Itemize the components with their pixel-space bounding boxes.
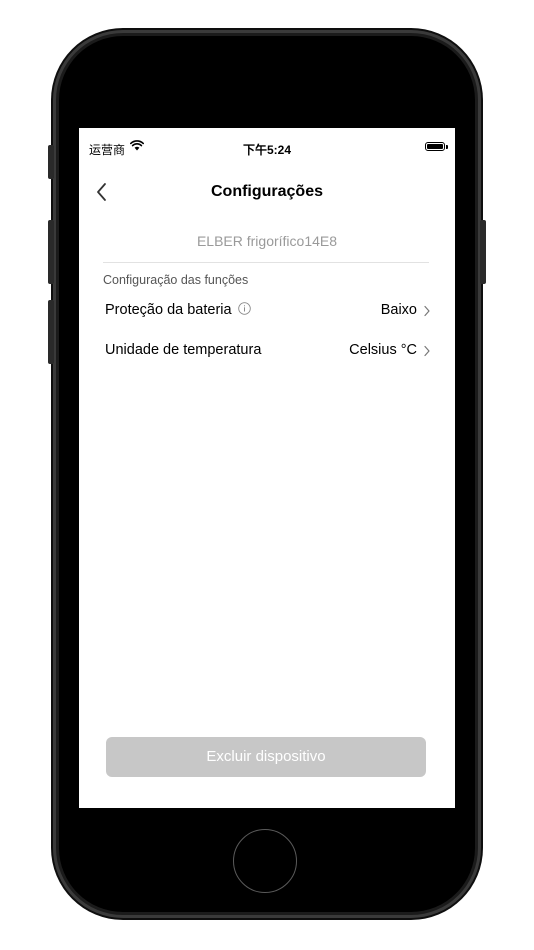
battery-protection-row[interactable]: Proteção da bateria Baixo (105, 294, 431, 328)
battery-protection-label-wrap: Proteção da bateria (105, 302, 251, 318)
volume-down-button (48, 300, 54, 364)
section-title: Configuração das funções (103, 273, 249, 287)
app-screen: 运营商 下午5:24 Configurações ELBER frigorífi… (79, 128, 455, 808)
chevron-right-icon (424, 345, 430, 357)
power-button (480, 220, 486, 284)
divider (103, 262, 429, 263)
page-title: Configurações (210, 183, 323, 200)
temperature-unit-row[interactable]: Unidade de temperatura Celsius °C (105, 334, 431, 368)
status-time: 下午5:24 (242, 143, 292, 157)
battery-icon (425, 142, 445, 151)
battery-protection-label: Proteção da bateria (105, 302, 232, 318)
info-icon[interactable] (237, 302, 251, 315)
device-name: ELBER frigorífico14E8 (196, 233, 338, 249)
temperature-unit-label: Unidade de temperatura (105, 342, 262, 358)
mute-switch (48, 145, 54, 179)
temperature-unit-value: Celsius °C (349, 342, 417, 358)
battery-fill (427, 144, 443, 149)
battery-tip (446, 145, 448, 149)
delete-device-button[interactable]: Excluir dispositivo (106, 737, 426, 777)
status-bar: 运营商 下午5:24 (79, 128, 455, 168)
volume-up-button (48, 220, 54, 284)
navigation-bar: Configurações (79, 172, 455, 212)
battery-protection-value: Baixo (380, 302, 417, 318)
chevron-right-icon (424, 305, 430, 317)
home-button[interactable] (233, 829, 297, 893)
